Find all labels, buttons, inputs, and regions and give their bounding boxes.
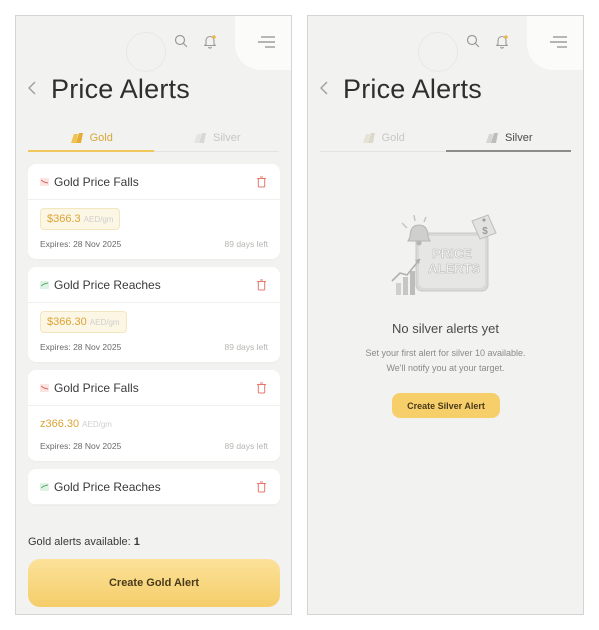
back-chevron-icon[interactable] [317,79,331,97]
alert-price: $366.30 [47,316,87,328]
alert-unit: AED/gm [89,318,120,327]
tab-silver[interactable]: Silver [154,124,280,151]
price-reaches-icon [40,482,49,491]
alerts-available: Gold alerts available: 1 [28,536,140,548]
metal-tabs: Gold Silver [320,124,571,152]
silver-alerts-screen: Price Alerts Gold Silver PRICE ALERTS $ … [307,15,584,615]
price-falls-icon [40,383,49,392]
page-title: Price Alerts [343,74,482,104]
price-label: z366.30 AED/gm [40,416,112,432]
alert-title: Gold Price Falls [54,174,139,189]
alert-card[interactable]: Gold Price Reaches $366.30 AED/gm Expire… [28,267,280,362]
delete-trash-icon[interactable] [256,278,268,291]
alerts-available-label: Gold alerts available: [28,536,131,548]
silver-bars-icon [193,132,206,143]
alert-price: z366.30 [40,418,80,430]
delete-trash-icon[interactable] [256,381,268,394]
tab-silver-label: Silver [504,131,533,144]
create-silver-alert-button[interactable]: Create Silver Alert [392,393,500,418]
alert-price: $366.3 [47,213,81,225]
alert-title: Gold Price Reaches [54,479,161,494]
tab-silver[interactable]: Silver [445,124,572,152]
back-chevron-icon[interactable] [25,79,39,97]
empty-state-line-1: Set your first alert for silver 10 avail… [365,348,526,358]
gold-alerts-screen: Price Alerts Gold Silver Gold Price Fall… [15,15,292,615]
alert-days-left: 89 days left [224,441,268,451]
alert-title: Gold Price Reaches [54,277,161,292]
price-reaches-icon [40,280,49,289]
gold-bars-icon [70,132,83,143]
page-title: Price Alerts [51,74,190,104]
notification-bell-icon[interactable] [493,32,511,50]
empty-state-description: Set your first alert for silver 10 avail… [328,346,563,376]
illustration-text-alerts: ALERTS [428,261,480,276]
delete-trash-icon[interactable] [256,175,268,188]
alert-days-left: 89 days left [224,239,268,249]
decorative-ring [126,32,166,72]
tab-gold-label: Gold [89,131,113,144]
tab-silver-label: Silver [212,131,241,144]
metal-tabs: Gold Silver [28,124,279,152]
svg-text:$: $ [482,226,488,237]
alert-expiry: Expires: 28 Nov 2025 [40,239,122,249]
price-pill: $366.3 AED/gm [40,208,121,230]
alert-card[interactable]: Gold Price Reaches [28,469,280,505]
alert-unit: AED/gm [83,215,114,224]
create-gold-alert-button[interactable]: Create Gold Alert [28,559,280,607]
empty-state-line-2: We'll notify you at your target. [386,363,505,373]
alert-expiry: Expires: 28 Nov 2025 [40,441,122,451]
menu-icon[interactable] [548,33,570,51]
empty-state-title: No silver alerts yet [392,321,499,336]
alert-days-left: 89 days left [224,342,268,352]
search-icon[interactable] [172,32,190,50]
alerts-list: Gold Price Falls $366.3 AED/gm Expires: … [28,164,280,518]
price-alerts-illustration: PRICE ALERTS $ [391,214,497,295]
alert-card[interactable]: Gold Price Falls z366.30 AED/gm Expires:… [28,370,280,461]
decorative-ring [418,32,458,72]
price-pill: $366.30 AED/gm [40,311,127,333]
notification-bell-icon[interactable] [201,32,219,50]
price-falls-icon [40,177,49,186]
alert-card[interactable]: Gold Price Falls $366.3 AED/gm Expires: … [28,164,280,259]
alert-expiry: Expires: 28 Nov 2025 [40,342,122,352]
gold-bars-icon [362,132,375,143]
alerts-available-count: 1 [133,536,140,548]
alert-title: Gold Price Falls [54,380,139,395]
search-icon[interactable] [464,32,482,50]
tab-gold-label: Gold [381,131,405,144]
silver-bars-icon [485,132,498,143]
illustration-text-price: PRICE [432,246,472,261]
menu-icon[interactable] [256,33,278,51]
tab-gold[interactable]: Gold [28,124,154,152]
tab-gold[interactable]: Gold [320,124,446,151]
alert-unit: AED/gm [82,420,112,429]
delete-trash-icon[interactable] [256,480,268,493]
